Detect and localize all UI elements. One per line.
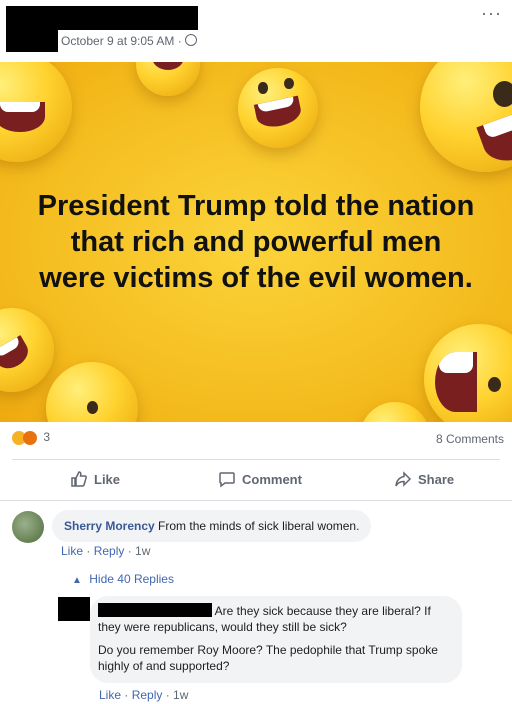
comment-author[interactable]: Sherry Morency: [64, 519, 155, 533]
comment-count[interactable]: 8 Comments: [436, 432, 504, 446]
divider: [0, 500, 512, 501]
caption-line: President Trump told the nation: [37, 190, 475, 222]
comment-button[interactable]: Comment: [218, 470, 302, 488]
thumbs-up-icon: [71, 471, 87, 487]
reaction-summary: 3 8 Comments: [12, 430, 504, 450]
hide-replies-label: Hide 40 Replies: [89, 572, 174, 586]
reply-like-link[interactable]: Like: [99, 688, 121, 702]
divider: [12, 459, 500, 460]
avatar[interactable]: [12, 511, 44, 543]
globe-icon: [185, 34, 198, 46]
like-button[interactable]: Like: [70, 470, 120, 488]
comment-label: Comment: [242, 471, 302, 487]
share-icon: [395, 471, 412, 487]
like-label: Like: [94, 471, 121, 487]
comment-reply-link[interactable]: Reply: [94, 544, 125, 558]
emoji-decoration: [0, 62, 72, 162]
reply-bubble: Are they sick because they are liberal? …: [90, 596, 462, 683]
reaction-count[interactable]: 3: [43, 430, 50, 444]
more-options-icon[interactable]: ···: [481, 4, 502, 22]
post-timestamp[interactable]: October 9 at 9:05 AM ·: [61, 34, 185, 48]
emoji-decoration: [420, 62, 512, 172]
redacted-reply-author: [98, 603, 212, 617]
redacted-reply-avatar: [58, 597, 90, 621]
emoji-decoration: [360, 402, 430, 422]
post-actions: Like Comment Share: [0, 470, 512, 492]
comment-time[interactable]: 1w: [135, 544, 150, 558]
post-meta: October 9 at 9:05 AM ·: [61, 34, 198, 48]
caption-line: were victims of the evil women.: [39, 262, 473, 294]
image-caption: President Trump told the nation that ric…: [0, 188, 512, 296]
emoji-decoration: [0, 308, 54, 392]
reply-paragraph: Are they sick because they are liberal? …: [98, 603, 450, 635]
share-button[interactable]: Share: [394, 470, 454, 488]
emoji-decoration: [136, 62, 200, 96]
redacted-profile-name: [6, 6, 198, 30]
emoji-decoration: [238, 68, 318, 148]
separator: ·: [162, 688, 174, 702]
emoji-decoration: [424, 324, 512, 422]
comment-bubble: Sherry Morency From the minds of sick li…: [52, 510, 372, 542]
redacted-avatar: [6, 30, 58, 52]
comment-text: From the minds of sick liberal women.: [154, 519, 360, 533]
emoji-decoration: [46, 362, 138, 422]
comment-actions: Like · Reply · 1w: [61, 544, 150, 558]
caption-line: that rich and powerful men: [70, 226, 442, 258]
reply-reply-link[interactable]: Reply: [132, 688, 163, 702]
angry-reaction-icon[interactable]: [23, 430, 37, 445]
comment-like-link[interactable]: Like: [61, 544, 83, 558]
reply-actions: Like · Reply · 1w: [99, 688, 188, 702]
share-label: Share: [418, 471, 455, 487]
separator: ·: [124, 544, 136, 558]
separator: ·: [121, 688, 132, 702]
chevron-up-icon: ▲: [72, 575, 82, 586]
separator: ·: [83, 544, 94, 558]
hide-replies-link[interactable]: ▲ Hide 40 Replies: [72, 572, 174, 586]
reply-paragraph: Do you remember Roy Moore? The pedophile…: [98, 643, 438, 673]
reply-time[interactable]: 1w: [173, 688, 188, 702]
comment-icon: [219, 472, 235, 488]
